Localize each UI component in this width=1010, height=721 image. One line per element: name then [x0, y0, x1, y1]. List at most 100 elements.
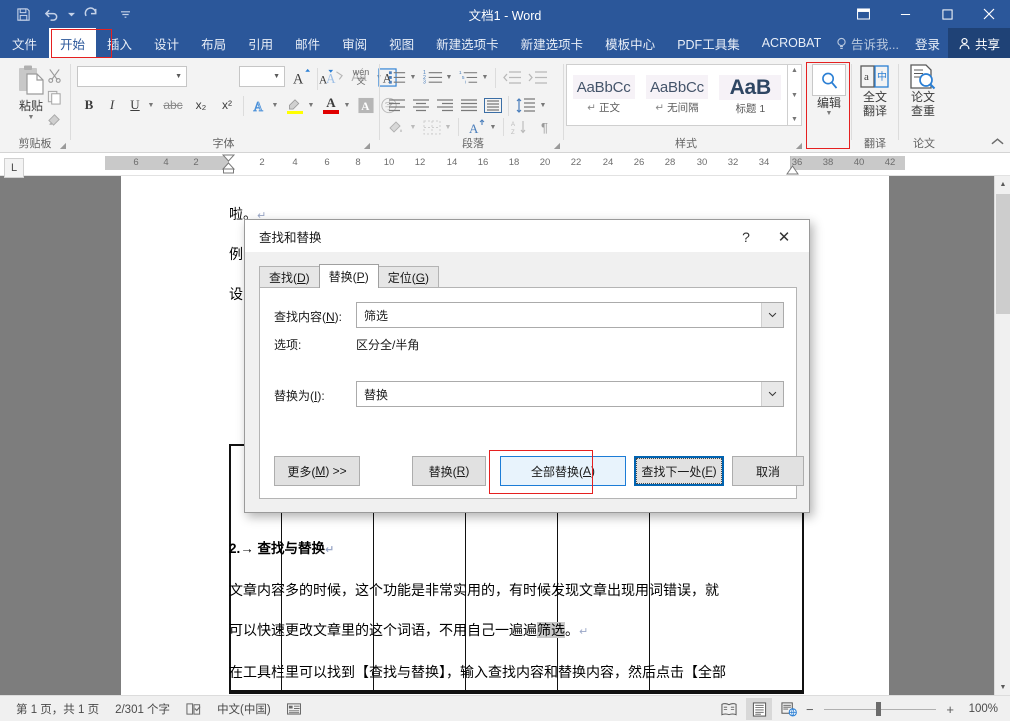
styles-scroll-down-icon[interactable]: ▼	[791, 92, 798, 99]
styles-dialog-launcher[interactable]: ◢	[796, 141, 802, 150]
sign-in-button[interactable]: 登录	[907, 34, 948, 53]
document-body-lower[interactable]: 2.→ 查找与替换↵ 文章内容多的时候，这个功能是非常实用的，有时候发现文章出现…	[229, 529, 809, 692]
numbered-list-button[interactable]: 123	[421, 66, 445, 88]
tab-new-tab-2[interactable]: 新建选项卡	[510, 28, 595, 58]
decrease-indent-button[interactable]	[500, 66, 524, 88]
chevron-down-icon[interactable]	[112, 2, 138, 26]
tab-insert[interactable]: 插入	[96, 28, 143, 58]
translate-document-button[interactable]: a 中 全文 翻译	[852, 64, 898, 118]
tab-stop-selector[interactable]: L	[4, 158, 24, 178]
find-what-dropdown-icon[interactable]	[761, 303, 783, 327]
styles-gallery[interactable]: AaBbCc ↵ 正文 AaBbCc ↵ 无间隔 AaB 标题 1	[566, 64, 788, 126]
document-vertical-scrollbar[interactable]: ▲ ▼	[994, 176, 1010, 695]
replace-with-input[interactable]: 替换	[356, 381, 784, 407]
help-icon[interactable]: ?	[733, 226, 759, 248]
justify-button[interactable]	[458, 94, 480, 116]
undo-icon[interactable]	[38, 2, 64, 26]
plagiarism-check-button[interactable]: 论文 查重	[900, 64, 946, 118]
font-color-dropdown-icon[interactable]: ▼	[341, 94, 353, 116]
character-shading-button[interactable]: A	[355, 94, 377, 116]
replace-with-dropdown-icon[interactable]	[761, 382, 783, 406]
cut-button[interactable]	[42, 64, 66, 86]
distribute-button[interactable]	[482, 94, 504, 116]
underline-dropdown-icon[interactable]: ▼	[145, 94, 157, 116]
close-button[interactable]	[968, 0, 1010, 28]
close-icon[interactable]: ✕	[767, 226, 801, 248]
paste-dropdown-icon[interactable]: ▼	[28, 115, 35, 120]
superscript-button[interactable]: x²	[215, 94, 239, 116]
tab-layout[interactable]: 布局	[190, 28, 237, 58]
tab-references[interactable]: 引用	[237, 28, 284, 58]
web-layout-button[interactable]	[776, 698, 802, 720]
zoom-out-button[interactable]: −	[806, 702, 814, 717]
save-icon[interactable]	[10, 2, 36, 26]
more-button[interactable]: 更多(M) >>	[274, 456, 360, 486]
proofing-icon[interactable]	[186, 702, 201, 716]
print-layout-button[interactable]	[746, 698, 772, 720]
ribbon-display-options-icon[interactable]	[842, 0, 884, 28]
collapse-ribbon-icon[interactable]	[991, 137, 1004, 149]
scrollbar-thumb[interactable]	[996, 194, 1010, 314]
copy-button[interactable]	[42, 86, 66, 108]
clipboard-dialog-launcher[interactable]: ◢	[60, 141, 66, 150]
align-left-button[interactable]	[386, 94, 408, 116]
clear-formatting-button[interactable]: A	[323, 66, 347, 88]
highlight-color-button[interactable]	[283, 94, 307, 116]
tab-mailings[interactable]: 邮件	[284, 28, 331, 58]
align-right-button[interactable]	[434, 94, 456, 116]
zoom-in-button[interactable]: +	[946, 702, 954, 717]
tab-review[interactable]: 审阅	[331, 28, 378, 58]
dialog-tab-goto[interactable]: 定位(G)	[378, 266, 439, 288]
edit-button[interactable]: 编辑 ▼	[806, 64, 852, 116]
style-heading-1[interactable]: AaB 标题 1	[714, 65, 787, 125]
replace-all-button[interactable]: 全部替换(A)	[500, 456, 626, 486]
redo-icon[interactable]	[78, 2, 104, 26]
bullet-dropdown-icon[interactable]: ▼	[407, 66, 419, 88]
numbered-dropdown-icon[interactable]: ▼	[443, 66, 455, 88]
font-size-combo[interactable]: ▼	[239, 66, 285, 87]
format-painter-button[interactable]	[42, 108, 66, 130]
styles-scrollbar[interactable]: ▲ ▼ ▼	[788, 64, 802, 126]
multilevel-dropdown-icon[interactable]: ▼	[479, 66, 491, 88]
language-indicator[interactable]: 中文(中国)	[217, 701, 271, 717]
paragraph-dialog-launcher[interactable]: ◢	[554, 141, 560, 150]
line-spacing-button[interactable]	[514, 94, 538, 116]
tell-me-box[interactable]: 告诉我...	[828, 34, 907, 53]
read-mode-button[interactable]	[716, 698, 742, 720]
text-effects-dropdown-icon[interactable]: ▼	[269, 94, 281, 116]
subscript-button[interactable]: x₂	[189, 94, 213, 116]
scroll-up-icon[interactable]: ▲	[995, 176, 1010, 192]
tab-view[interactable]: 视图	[378, 28, 425, 58]
tab-file[interactable]: 文件	[0, 28, 49, 58]
style-no-spacing[interactable]: AaBbCc ↵ 无间隔	[640, 65, 713, 125]
tab-template-center[interactable]: 模板中心	[594, 28, 666, 58]
grow-font-button[interactable]: A	[289, 66, 313, 88]
highlight-dropdown-icon[interactable]: ▼	[305, 94, 317, 116]
strikethrough-button[interactable]: abc	[159, 94, 187, 116]
share-button[interactable]: 共享	[948, 28, 1010, 58]
tab-home[interactable]: 开始	[49, 28, 96, 58]
zoom-slider[interactable]: − +	[806, 698, 954, 720]
text-effects-button[interactable]: A	[249, 94, 271, 116]
italic-button[interactable]: I	[102, 94, 122, 116]
word-count[interactable]: 2/301 个字	[115, 701, 170, 717]
find-and-replace-dialog[interactable]: 查找和替换 ? ✕ 查找(D) 替换(P) 定位(G) 查找内容(N): 筛选 …	[244, 219, 810, 513]
style-normal[interactable]: AaBbCc ↵ 正文	[567, 65, 640, 125]
font-name-combo[interactable]: ▼	[77, 66, 187, 87]
first-line-indent-marker[interactable]	[222, 154, 235, 176]
scroll-down-icon[interactable]: ▼	[995, 679, 1010, 695]
minimize-button[interactable]	[884, 0, 926, 28]
horizontal-ruler[interactable]: 6 4 2 2 4 6 8 10 12 14 16 18 20 22 24 26…	[0, 154, 1010, 176]
line-spacing-dropdown-icon[interactable]: ▼	[537, 94, 549, 116]
increase-indent-button[interactable]	[526, 66, 550, 88]
right-indent-marker[interactable]	[786, 163, 799, 175]
edit-dropdown-icon[interactable]: ▼	[826, 111, 833, 116]
multilevel-list-button[interactable]: 15i	[457, 66, 481, 88]
dialog-tab-find[interactable]: 查找(D)	[259, 266, 320, 288]
find-next-button[interactable]: 查找下一处(F)	[634, 456, 724, 486]
styles-scroll-up-icon[interactable]: ▲	[791, 67, 798, 74]
font-dialog-launcher[interactable]: ◢	[364, 141, 370, 150]
tab-acrobat[interactable]: ACROBAT	[751, 28, 833, 58]
zoom-level[interactable]: 100%	[958, 703, 998, 715]
cancel-button[interactable]: 取消	[732, 456, 804, 486]
